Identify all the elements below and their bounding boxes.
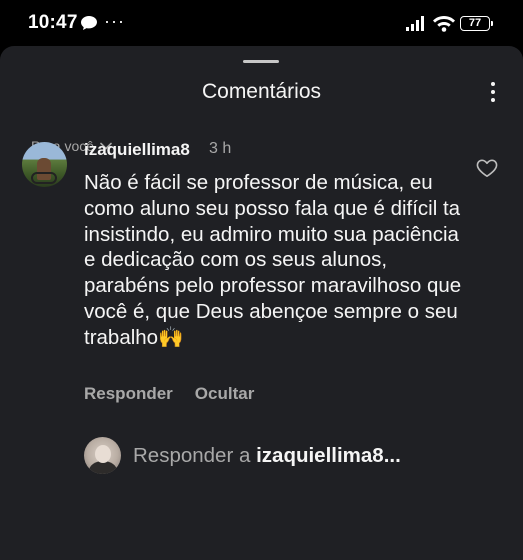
reply-button[interactable]: Responder xyxy=(84,384,173,404)
kebab-icon[interactable] xyxy=(483,82,503,104)
signal-icon xyxy=(406,16,424,31)
commenter-avatar[interactable] xyxy=(22,142,67,187)
chat-bubble-icon xyxy=(81,16,97,30)
sheet-drag-handle[interactable] xyxy=(243,60,279,63)
current-user-avatar xyxy=(84,437,121,474)
heart-icon[interactable] xyxy=(476,158,498,178)
reply-input[interactable]: Responder a izaquiellima8... xyxy=(133,444,401,468)
comment-username[interactable]: izaquiellima8 xyxy=(84,140,190,160)
battery-icon: 77 xyxy=(460,16,493,31)
hide-button[interactable]: Ocultar xyxy=(195,384,255,404)
comment-text: Não é fácil se professor de música, eu c… xyxy=(84,171,462,349)
comment-actions: Responder Ocultar xyxy=(84,384,254,404)
status-bar: 10:47 ··· 77 xyxy=(0,0,523,46)
reply-input-target: izaquiellima8... xyxy=(256,444,401,467)
wifi-icon xyxy=(433,16,455,32)
comment-time: 3 h xyxy=(209,140,232,157)
reply-input-prefix: Responder a xyxy=(133,444,257,467)
sheet-title: Comentários xyxy=(201,80,322,103)
status-time: 10:47 xyxy=(28,12,78,33)
status-more-indicator: ··· xyxy=(104,11,125,31)
